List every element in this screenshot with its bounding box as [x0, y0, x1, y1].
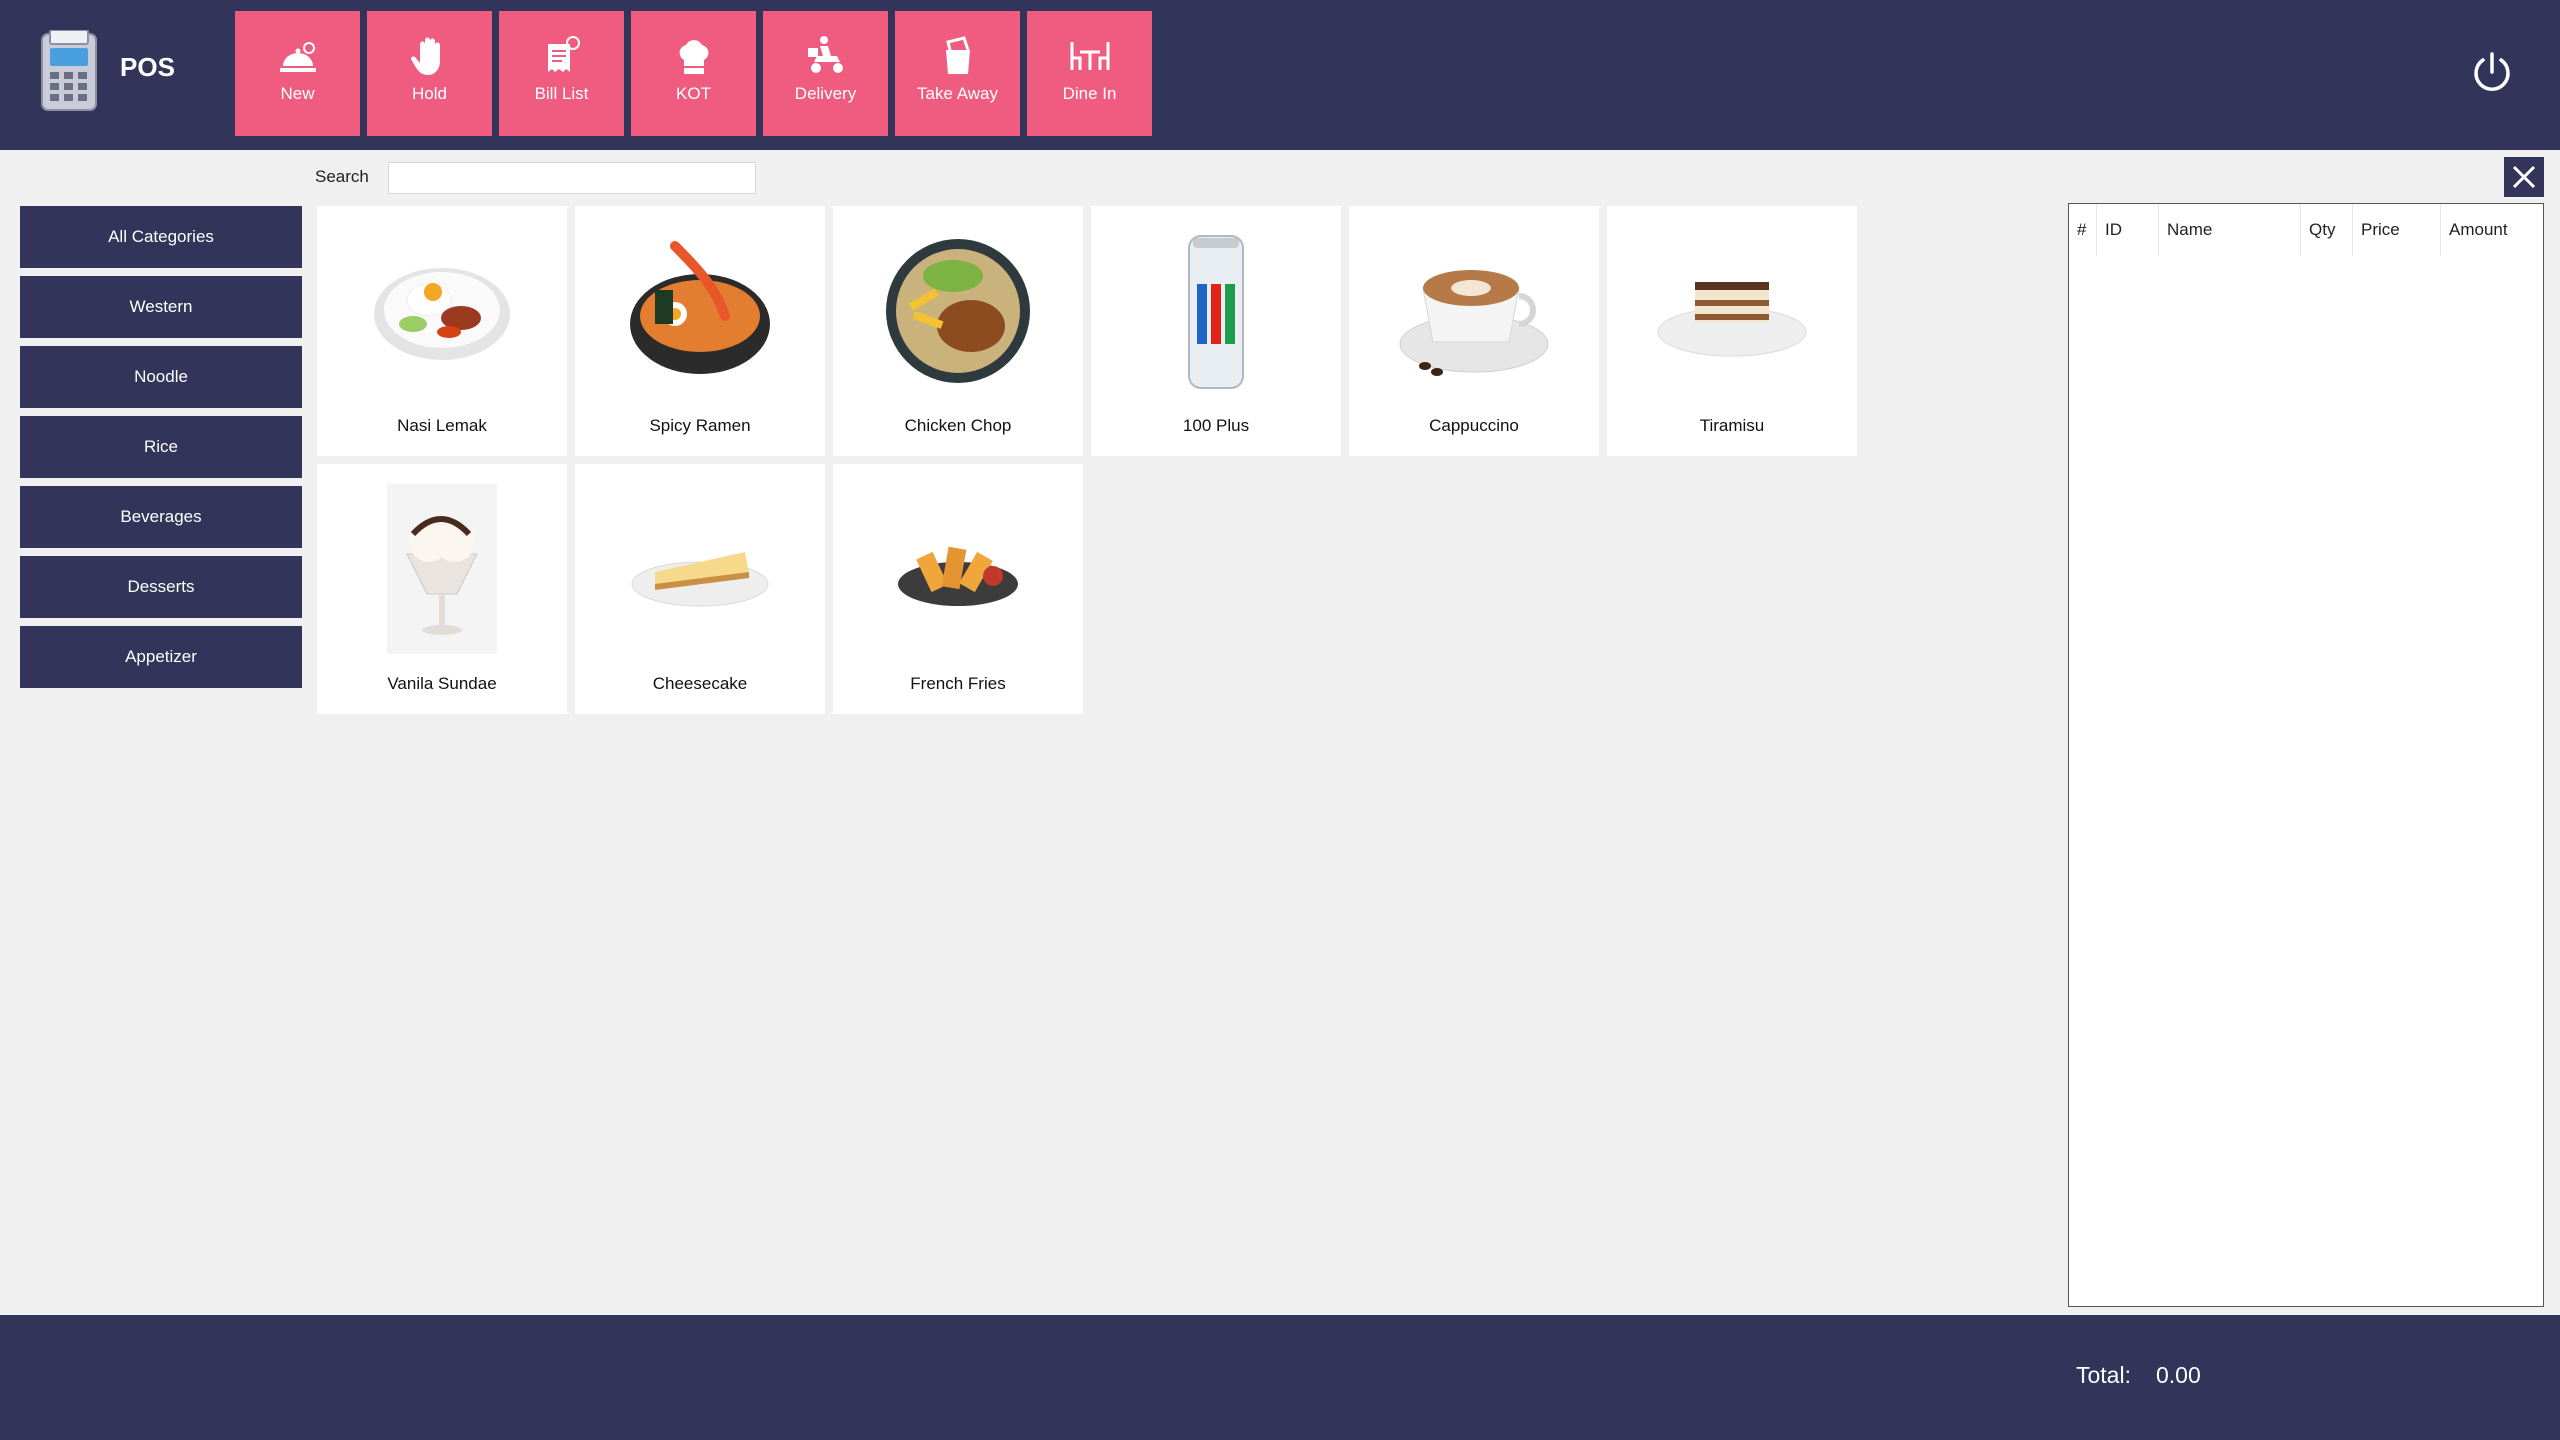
order-table-header: # ID Name Qty Price Amount: [2069, 204, 2543, 256]
product-name: French Fries: [910, 674, 1006, 693]
column-header-name: Name: [2159, 204, 2301, 256]
category-rice[interactable]: Rice: [20, 416, 302, 478]
product-name: Vanila Sundae: [387, 674, 497, 693]
take-away-bag-icon: [945, 36, 970, 74]
french-fries-image: [898, 546, 1018, 606]
total-value: 0.00: [2156, 1362, 2201, 1388]
product-card[interactable]: Vanila Sundae: [317, 464, 567, 714]
cappuccino-image: [1399, 270, 1549, 376]
product-card[interactable]: 100 Plus: [1091, 206, 1341, 456]
category-noodle[interactable]: Noodle: [20, 346, 302, 408]
dine-in-table-icon: [1070, 42, 1109, 70]
product-grid: Nasi Lemak Spicy Ramen Chicken Chop 100 …: [317, 206, 1857, 714]
take-away-button[interactable]: Take Away: [895, 11, 1020, 136]
product-card[interactable]: Chicken Chop: [833, 206, 1083, 456]
category-western[interactable]: Western: [20, 276, 302, 338]
category-beverages[interactable]: Beverages: [20, 486, 302, 548]
total-label: Total:: [2076, 1362, 2131, 1388]
chef-hat-icon: [679, 40, 708, 74]
product-name: Cheesecake: [652, 674, 748, 693]
column-header-qty: Qty: [2301, 204, 2353, 256]
chicken-chop-image: [886, 239, 1030, 383]
category-desserts[interactable]: Desserts: [20, 556, 302, 618]
dine-in-button[interactable]: Dine In: [1027, 11, 1152, 136]
category-appetizer[interactable]: Appetizer: [20, 626, 302, 688]
category-all-categories[interactable]: All Categories: [20, 206, 302, 268]
product-name: 100 Plus: [1182, 416, 1250, 435]
product-card[interactable]: Cappuccino: [1349, 206, 1599, 456]
new-order-icon: [279, 42, 316, 72]
search-input[interactable]: [388, 162, 756, 194]
bill-list-icon: [547, 36, 580, 72]
dine-in-button-label: Dine In: [1062, 84, 1117, 103]
product-card[interactable]: Nasi Lemak: [317, 206, 567, 456]
vanila-sundae-image: [387, 484, 497, 654]
take-away-button-label: Take Away: [917, 84, 998, 103]
product-card[interactable]: French Fries: [833, 464, 1083, 714]
close-button[interactable]: [2504, 157, 2544, 197]
kot-button-label: KOT: [676, 84, 711, 103]
nasi-lemak-image: [374, 268, 510, 360]
close-icon: [2512, 165, 2536, 189]
new-button[interactable]: New: [235, 11, 360, 136]
product-name: Cappuccino: [1429, 416, 1519, 435]
product-card[interactable]: Spicy Ramen: [575, 206, 825, 456]
hold-button[interactable]: Hold: [367, 11, 492, 136]
hand-icon: [410, 37, 440, 75]
order-table: # ID Name Qty Price Amount: [2068, 203, 2544, 1307]
column-header-amount: Amount: [2449, 220, 2508, 239]
bill-list-button-label: Bill List: [534, 84, 589, 103]
delivery-button-label: Delivery: [794, 84, 857, 103]
pos-terminal-icon: [41, 30, 97, 111]
new-button-label: New: [280, 84, 315, 103]
hold-button-label: Hold: [412, 84, 447, 103]
product-name: Tiramisu: [1699, 416, 1765, 435]
product-card[interactable]: Cheesecake: [575, 464, 825, 714]
search-label: Search: [315, 167, 369, 186]
power-icon[interactable]: [2468, 48, 2516, 96]
kot-button[interactable]: KOT: [631, 11, 756, 136]
product-name: Nasi Lemak: [397, 416, 487, 435]
spicy-ramen-image: [630, 241, 770, 374]
product-card[interactable]: Tiramisu: [1607, 206, 1857, 456]
delivery-scooter-icon: [807, 36, 843, 73]
column-header-id: ID: [2097, 204, 2159, 256]
product-name: Chicken Chop: [904, 416, 1012, 435]
100-plus-can-image: [1188, 235, 1244, 389]
column-header-price: Price: [2353, 204, 2441, 256]
app-title: POS: [120, 52, 175, 82]
bill-list-button[interactable]: Bill List: [499, 11, 624, 136]
category-list: All Categories Western Noodle Rice Bever…: [20, 206, 302, 688]
product-name: Spicy Ramen: [649, 416, 751, 435]
delivery-button[interactable]: Delivery: [763, 11, 888, 136]
top-bar: POS New Hold Bill List KOT Delivery Take…: [0, 0, 2560, 150]
column-header-number: #: [2069, 204, 2097, 256]
cheesecake-image: [631, 552, 769, 607]
tiramisu-image: [1657, 282, 1807, 357]
toolbar: New Hold Bill List KOT Delivery Take Awa…: [235, 11, 1152, 136]
